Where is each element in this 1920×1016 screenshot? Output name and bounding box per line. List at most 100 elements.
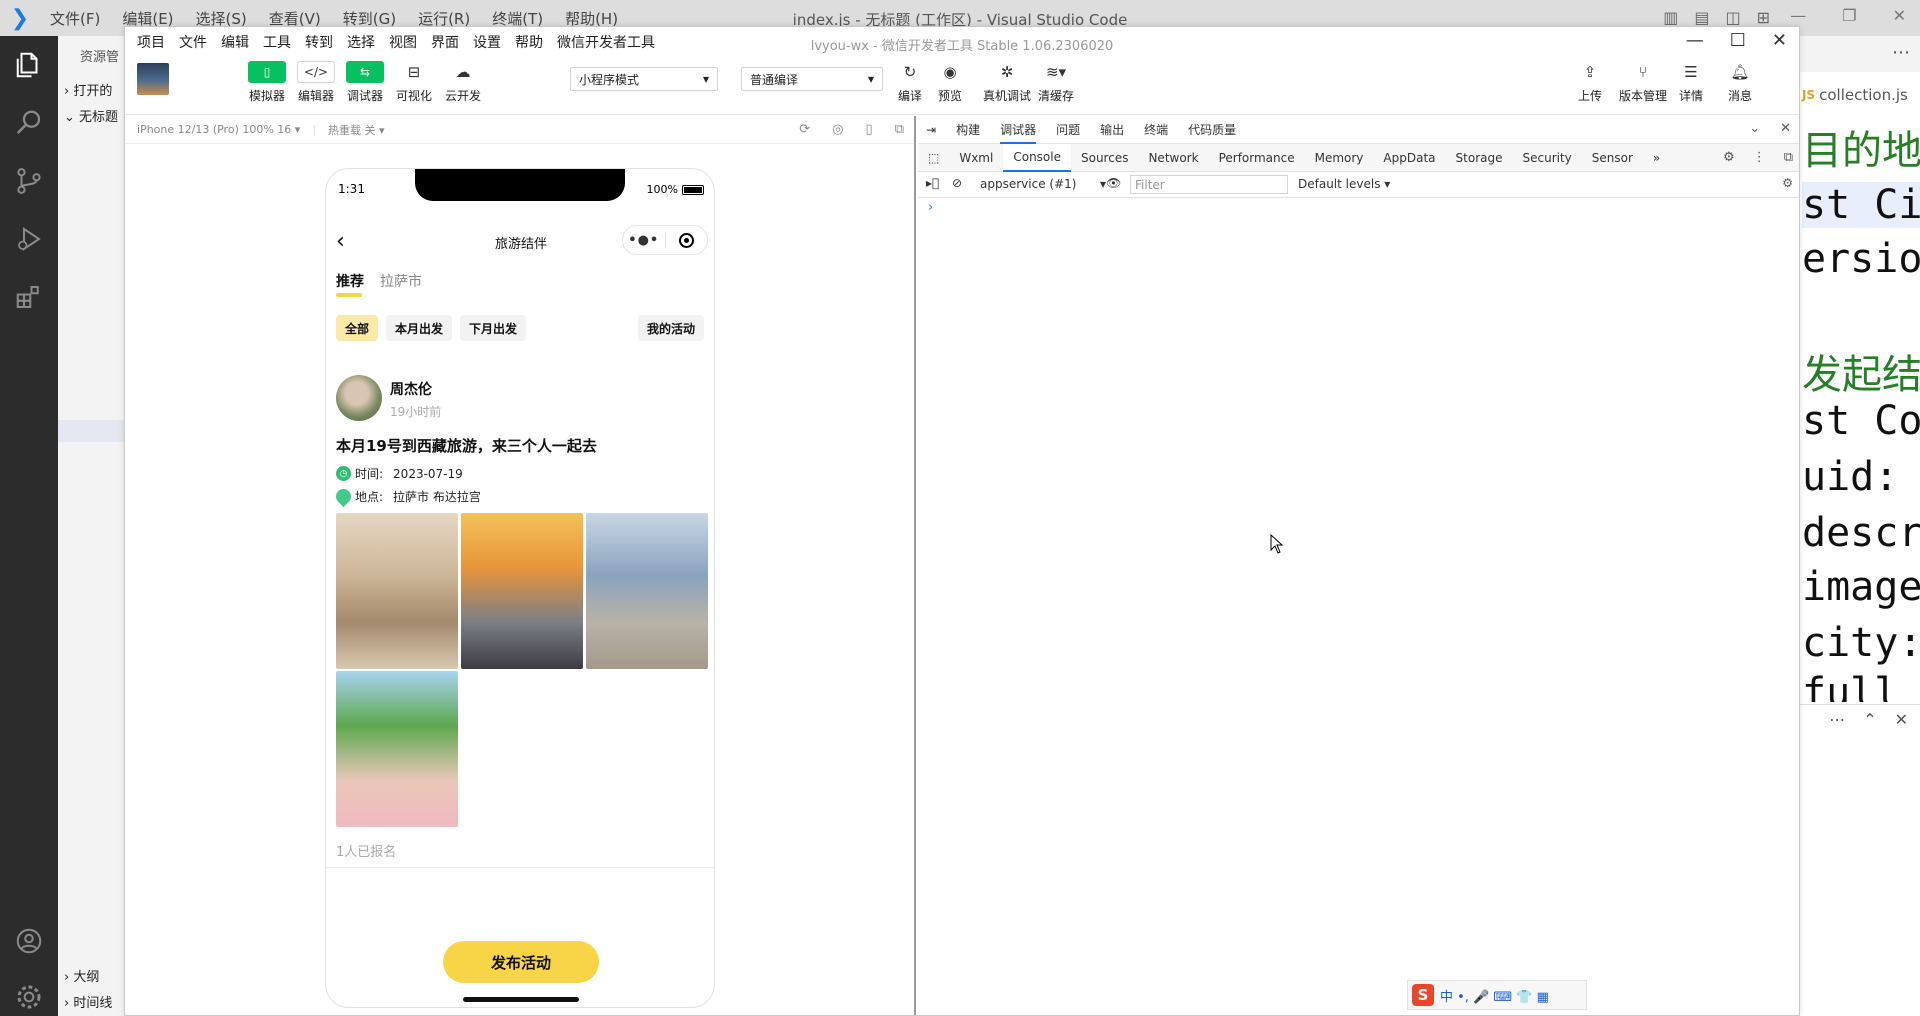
tab-sensor[interactable]: Sensor [1582, 144, 1643, 172]
panel-close-icon[interactable]: ✕ [1895, 710, 1908, 729]
close-icon[interactable]: ✕ [1780, 121, 1791, 136]
wx-menu-interface[interactable]: 界面 [431, 32, 459, 52]
activity-photo[interactable] [586, 513, 708, 669]
wx-menu-select[interactable]: 选择 [347, 32, 375, 52]
wx-minimize-button[interactable]: — [1686, 30, 1704, 51]
record-icon[interactable]: ◎ [832, 122, 843, 137]
tab-security[interactable]: Security [1512, 144, 1581, 172]
device-select[interactable]: iPhone 12/13 (Pro) 100% 16 ▾ [137, 123, 300, 136]
more-tabs-icon[interactable]: » [1643, 144, 1670, 172]
tab-network[interactable]: Network [1138, 144, 1208, 172]
filter-all[interactable]: 全部 [336, 315, 379, 341]
settings-gear-icon[interactable]: ⚙ [1723, 150, 1735, 165]
panel-more-icon[interactable]: ⋯ [1829, 710, 1845, 729]
preview-button[interactable]: ◉ 预览 [925, 61, 975, 104]
activity-photo[interactable] [461, 513, 583, 669]
undock-icon[interactable]: ⧉ [1784, 150, 1793, 165]
vscode-restore-button[interactable]: ❐ [1842, 6, 1856, 25]
sogou-logo-icon[interactable]: S [1412, 984, 1434, 1006]
toggle-sidebar-icon[interactable]: ▥ [1663, 8, 1678, 27]
wx-menu-file[interactable]: 文件 [179, 32, 207, 52]
tab-console[interactable]: Console [1003, 143, 1071, 172]
panel-maximize-icon[interactable]: ⌃ [1863, 710, 1876, 729]
activity-photo[interactable] [336, 513, 458, 669]
tab-wxml[interactable]: Wxml [949, 144, 1003, 172]
vscode-minimize-button[interactable]: — [1790, 6, 1806, 25]
tab-performance[interactable]: Performance [1209, 144, 1305, 172]
console-prompt[interactable]: › [928, 200, 933, 215]
tab-storage[interactable]: Storage [1446, 144, 1513, 172]
dock-toggle-icon[interactable]: ⇥ [926, 116, 936, 144]
log-levels-select[interactable]: Default levels ▾ [1298, 177, 1390, 191]
extensions-icon[interactable] [0, 272, 58, 322]
tab-terminal[interactable]: 终端 [1144, 116, 1168, 144]
workspace-section[interactable]: ⌄ 无标题 [64, 106, 118, 125]
chevron-down-icon[interactable]: ⌄ [1749, 121, 1760, 136]
console-settings-gear-icon[interactable]: ⚙ [1782, 176, 1793, 190]
upload-button[interactable]: ⇪ 上传 [1565, 61, 1615, 104]
wx-maximize-button[interactable]: ☐ [1730, 30, 1746, 51]
wx-menu-settings[interactable]: 设置 [473, 32, 501, 52]
outline-section[interactable]: › 大纲 [64, 966, 99, 985]
timeline-section[interactable]: › 时间线 [64, 992, 112, 1011]
wx-menu-tools[interactable]: 工具 [263, 32, 291, 52]
tab-problems[interactable]: 问题 [1056, 116, 1080, 144]
explorer-icon[interactable] [0, 40, 58, 90]
vscode-close-button[interactable]: ✕ [1893, 6, 1906, 25]
project-avatar[interactable] [137, 63, 169, 95]
accounts-icon[interactable] [0, 916, 58, 966]
publish-activity-button[interactable]: 发布活动 [443, 941, 599, 983]
more-actions-icon[interactable]: ⋯ [1892, 42, 1910, 63]
search-icon[interactable] [0, 98, 58, 148]
wx-menu-goto[interactable]: 转到 [305, 32, 333, 52]
popout-icon[interactable]: ⧉ [895, 122, 904, 137]
filter-this-month[interactable]: 本月出发 [386, 315, 453, 341]
wx-menu-project[interactable]: 项目 [137, 32, 165, 52]
breadcrumb-file[interactable]: collection.js [1819, 86, 1908, 104]
my-activities-button[interactable]: 我的活动 [637, 315, 704, 341]
wx-menu-view[interactable]: 视图 [389, 32, 417, 52]
wx-menu-help[interactable]: 帮助 [515, 32, 543, 52]
source-control-icon[interactable] [0, 156, 58, 206]
customize-layout-icon[interactable]: ⊞ [1757, 8, 1770, 27]
wx-menu-edit[interactable]: 编辑 [221, 32, 249, 52]
phone-icon[interactable]: ▯ [866, 122, 873, 137]
tab-memory[interactable]: Memory [1305, 144, 1374, 172]
wx-menu-devtools[interactable]: 微信开发者工具 [557, 32, 655, 52]
messages-button[interactable]: 🔔︎ 消息 [1715, 61, 1765, 104]
run-debug-icon[interactable] [0, 214, 58, 264]
context-select[interactable]: appservice (#1) ▾ [976, 174, 1110, 194]
visual-toggle[interactable]: ⊟ 可视化 [389, 61, 439, 104]
kebab-menu-icon[interactable]: ⋮ [1753, 150, 1766, 165]
compile-mode-select[interactable]: 普通编译 ▾ [741, 67, 883, 91]
details-button[interactable]: ☰ 详情 [1666, 61, 1716, 104]
open-editors-section[interactable]: › 打开的 [64, 80, 112, 99]
console-filter-input[interactable] [1130, 175, 1288, 194]
editor-toggle[interactable]: </> 编辑器 [291, 61, 341, 104]
debugger-toggle[interactable]: ⇆ 调试器 [340, 61, 390, 104]
tab-build[interactable]: 构建 [956, 116, 980, 144]
live-expression-eye-icon[interactable]: 👁︎ [1106, 176, 1121, 190]
tab-recommend[interactable]: 推荐 [336, 271, 364, 297]
toggle-panel-icon[interactable]: ▤ [1694, 8, 1709, 27]
tab-code-quality[interactable]: 代码质量 [1188, 116, 1236, 144]
clear-console-icon[interactable]: ⊘ [952, 176, 962, 190]
more-dots-icon[interactable]: •●• [623, 233, 665, 248]
clear-cache-button[interactable]: ≋▾ 清缓存 [1031, 61, 1081, 104]
mode-select[interactable]: 小程序模式 ▾ [570, 67, 718, 91]
version-management-button[interactable]: ⑂ 版本管理 [1613, 61, 1673, 104]
cloud-dev-button[interactable]: ☁ 云开发 [438, 61, 488, 104]
tab-sources[interactable]: Sources [1071, 144, 1138, 172]
avatar[interactable] [336, 375, 382, 421]
sidebar-toggle-icon[interactable]: ▸⃞ [926, 176, 939, 190]
ime-controls[interactable]: 中 •, 🎤 ⌨ 👕 ▦ [1440, 986, 1549, 1005]
hot-reload-select[interactable]: 热重载 关 ▾ [328, 122, 385, 138]
tab-appdata[interactable]: AppData [1373, 144, 1445, 172]
toggle-secondary-sidebar-icon[interactable]: ◫ [1725, 8, 1740, 27]
close-target-icon[interactable] [665, 232, 707, 248]
manage-gear-icon[interactable] [0, 972, 58, 1016]
tab-output[interactable]: 输出 [1100, 116, 1124, 144]
tab-lhasa[interactable]: 拉萨市 [380, 271, 422, 297]
wx-close-button[interactable]: ✕ [1772, 30, 1787, 51]
filter-next-month[interactable]: 下月出发 [460, 315, 527, 341]
